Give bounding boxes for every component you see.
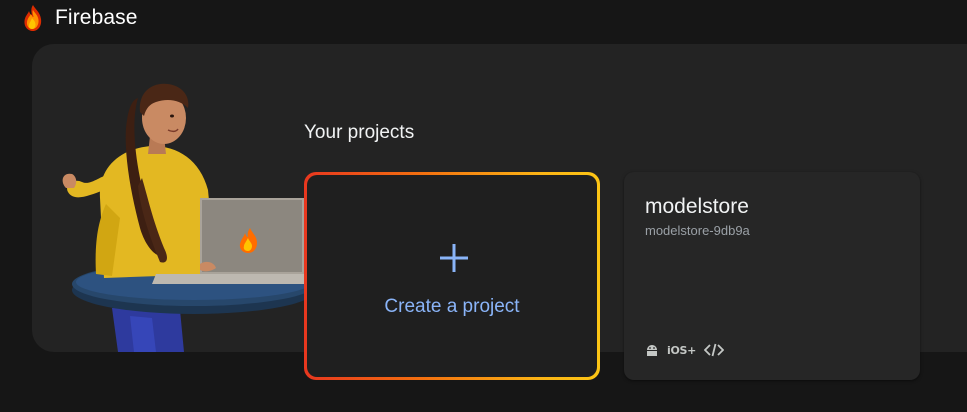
- welcome-illustration: [62, 83, 316, 352]
- project-platforms: iOS+: [645, 343, 725, 357]
- web-code-icon: [704, 343, 725, 357]
- create-project-card[interactable]: Create a project: [304, 172, 600, 380]
- section-title: Your projects: [304, 122, 415, 143]
- firebase-flame-icon: [24, 5, 42, 31]
- create-project-card-body: Create a project: [307, 175, 597, 377]
- ios-label: iOS+: [667, 343, 697, 357]
- ios-icon: iOS+: [667, 344, 696, 357]
- app-title: Firebase: [55, 6, 138, 29]
- android-icon: [645, 344, 659, 356]
- plus-icon: [440, 244, 468, 272]
- project-id: modelstore-9db9a: [645, 223, 750, 238]
- create-project-label: Create a project: [384, 296, 520, 317]
- project-card[interactable]: modelstore modelstore-9db9a iOS+: [624, 172, 920, 380]
- project-name: modelstore: [645, 195, 749, 218]
- firebase-home-link[interactable]: Firebase: [21, 4, 138, 32]
- top-bar: Firebase: [0, 0, 967, 42]
